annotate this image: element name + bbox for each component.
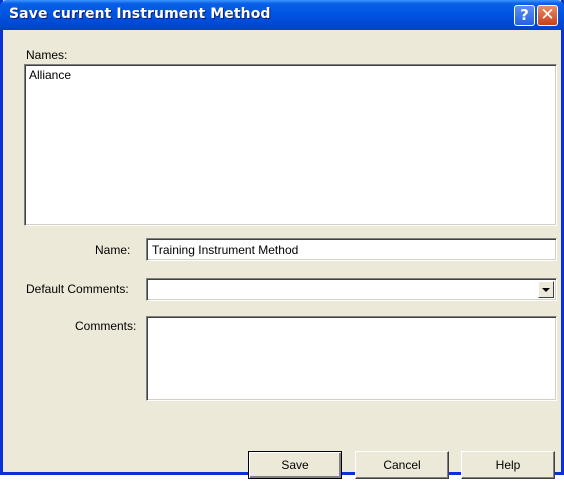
default-comments-dropdown[interactable] — [146, 278, 557, 301]
name-label: Name: — [95, 243, 131, 257]
name-field[interactable]: Training Instrument Method — [146, 238, 557, 261]
cancel-button[interactable]: Cancel — [355, 451, 449, 479]
names-listbox[interactable]: Alliance — [24, 64, 557, 226]
default-comments-label: Default Comments: — [26, 282, 129, 296]
comments-label: Comments: — [75, 319, 137, 333]
help-icon[interactable]: ? — [514, 5, 535, 26]
names-label: Names: — [26, 48, 68, 62]
comments-field[interactable] — [146, 316, 557, 401]
dialog-title: Save current Instrument Method — [9, 6, 271, 22]
list-item[interactable]: Alliance — [29, 68, 71, 82]
dropdown-button[interactable] — [538, 281, 554, 298]
help-button[interactable]: Help — [461, 451, 555, 479]
save-button[interactable]: Save — [248, 451, 342, 479]
close-icon[interactable]: ✕ — [537, 5, 558, 26]
title-bar[interactable]: Save current Instrument Method ? ✕ — [0, 0, 564, 30]
name-value: Training Instrument Method — [152, 243, 299, 257]
chevron-down-icon — [542, 288, 550, 292]
